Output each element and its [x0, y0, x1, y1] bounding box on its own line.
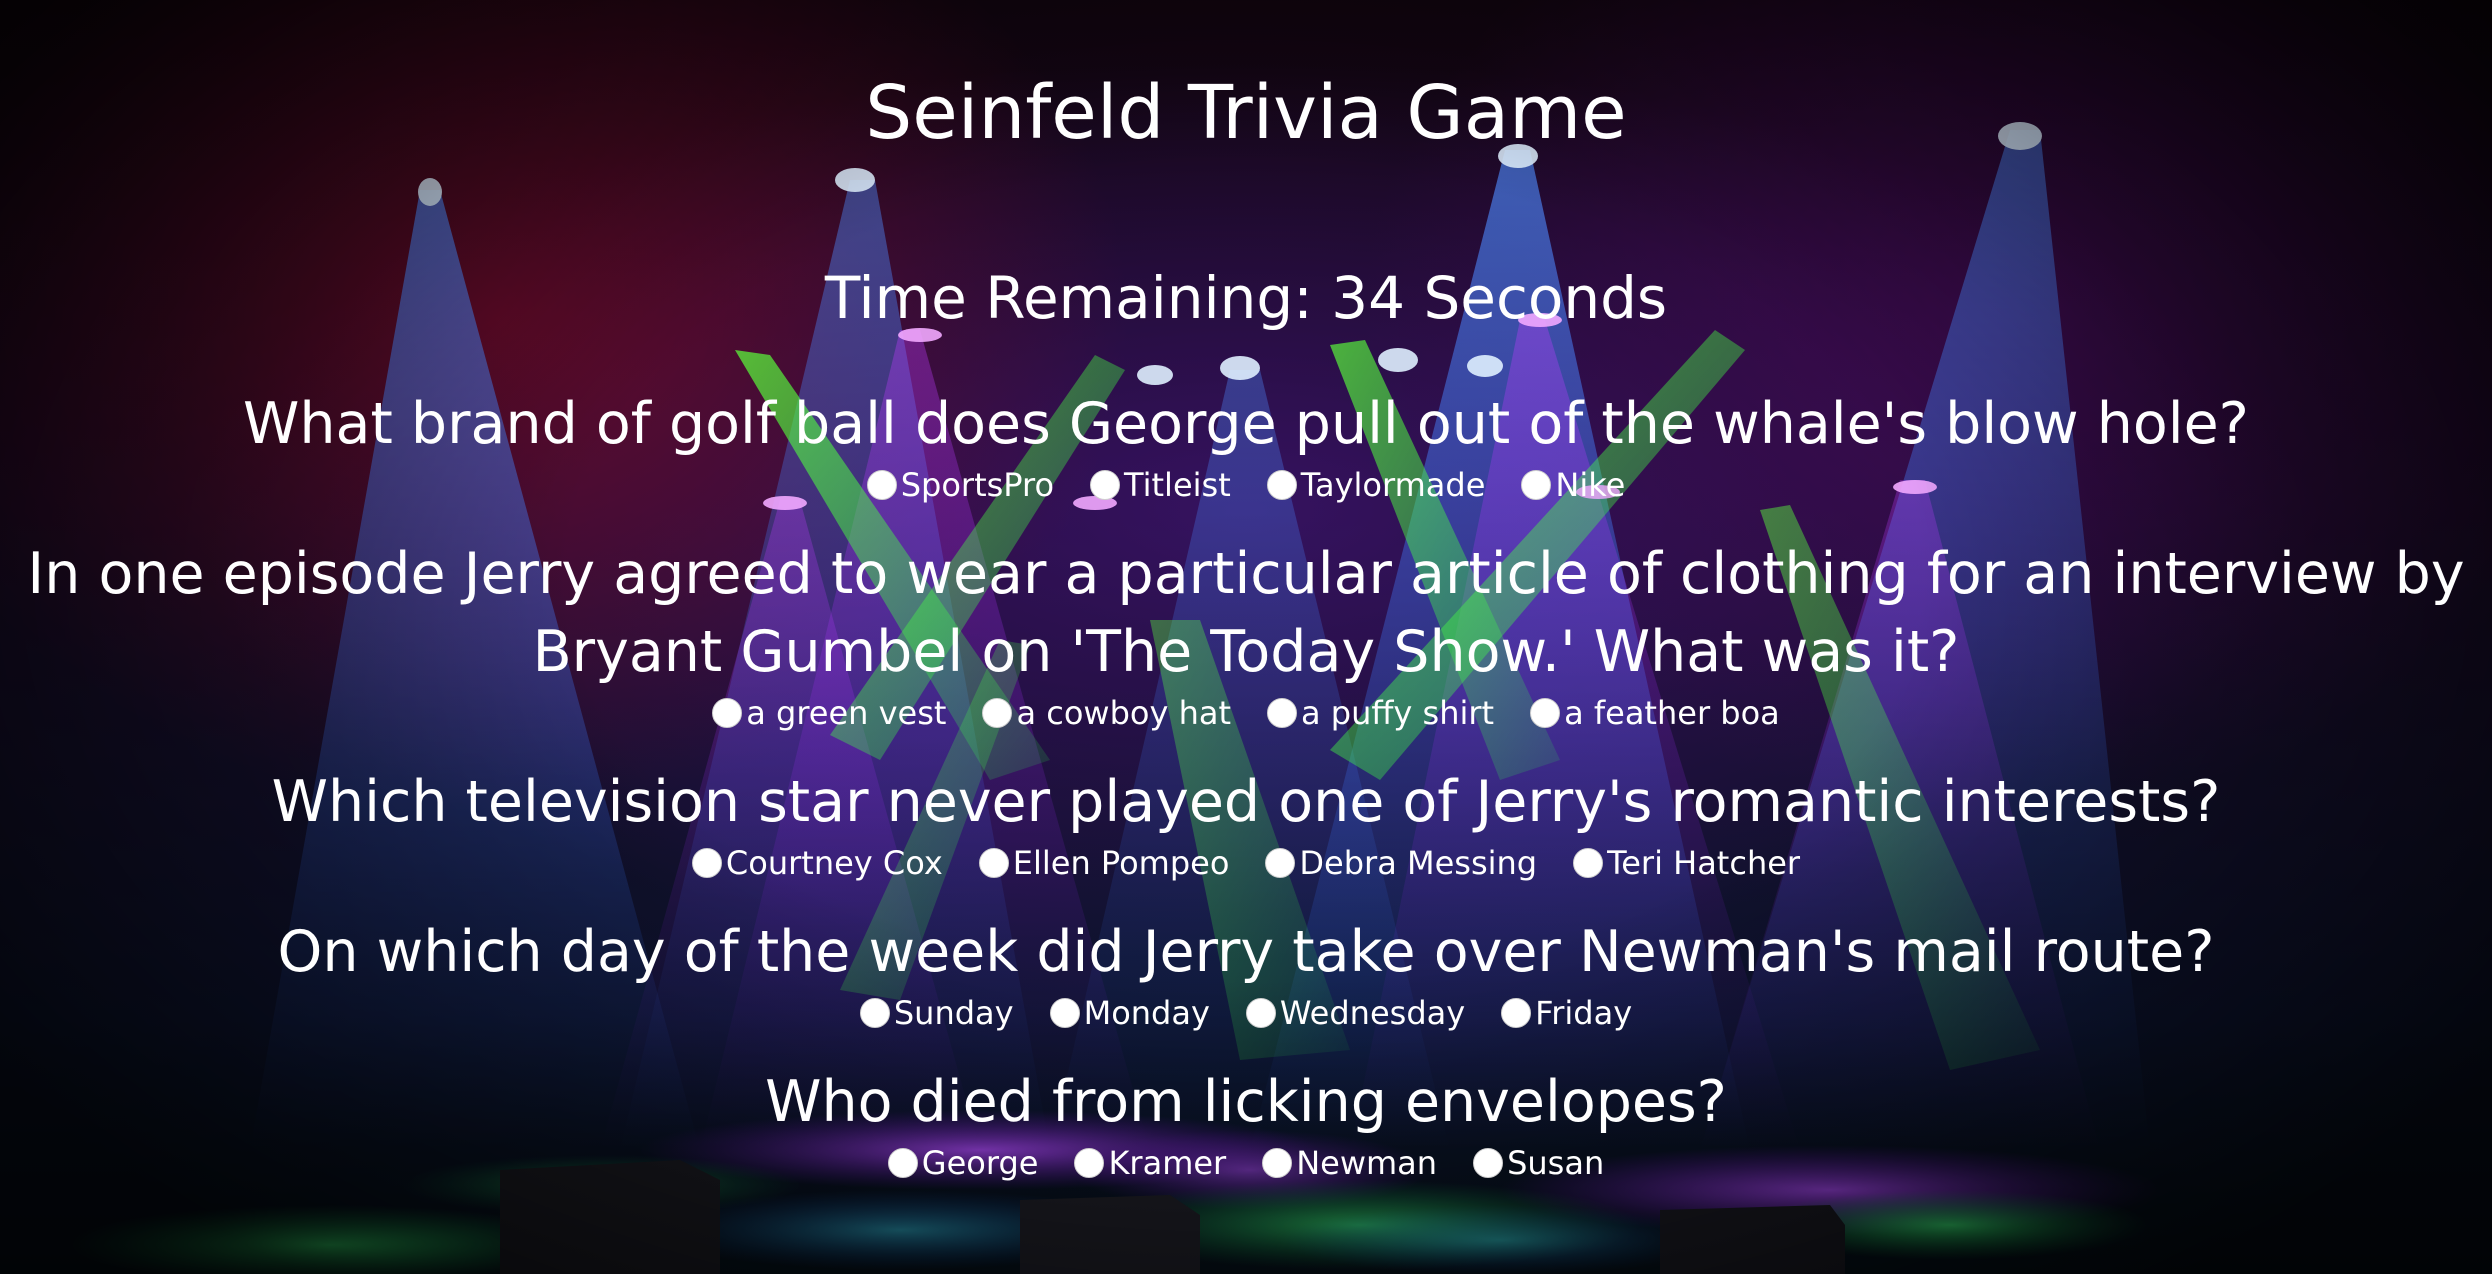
- answer-label: Monday: [1083, 994, 1210, 1032]
- question-text: In one episode Jerry agreed to wear a pa…: [27, 541, 2465, 685]
- radio-button-icon[interactable]: [1501, 998, 1532, 1028]
- radio-button-icon[interactable]: [1573, 848, 1604, 878]
- answer-option[interactable]: Wednesday: [1245, 993, 1466, 1033]
- radio-button-icon[interactable]: [1074, 1148, 1105, 1178]
- radio-button-icon[interactable]: [712, 698, 743, 728]
- radio-button-icon[interactable]: [1530, 698, 1561, 728]
- answer-label: Taylormade: [1300, 466, 1486, 504]
- answer-label: a puffy shirt: [1301, 694, 1495, 732]
- answer-option[interactable]: Titleist: [1090, 465, 1231, 505]
- answer-option[interactable]: George: [887, 1143, 1039, 1183]
- radio-button-icon[interactable]: [1473, 1148, 1504, 1178]
- answer-option[interactable]: Susan: [1473, 1143, 1604, 1183]
- answer-group: a green vest a cowboy hat a puffy shirt …: [0, 691, 2492, 763]
- answer-option[interactable]: Newman: [1262, 1143, 1437, 1183]
- question-text: On which day of the week did Jerry take …: [277, 919, 2215, 985]
- question-1: What brand of golf ball does George pull…: [0, 385, 2492, 535]
- answer-option[interactable]: Friday: [1501, 993, 1632, 1033]
- radio-button-icon[interactable]: [1090, 470, 1121, 500]
- radio-button-icon[interactable]: [887, 1148, 918, 1178]
- answer-option[interactable]: a puffy shirt: [1267, 693, 1494, 733]
- answer-option[interactable]: a feather boa: [1530, 693, 1780, 733]
- answer-group: George Kramer Newman Susan: [0, 1141, 2492, 1213]
- question-list: What brand of golf ball does George pull…: [0, 385, 2492, 1213]
- answer-option[interactable]: a cowboy hat: [982, 693, 1231, 733]
- radio-button-icon[interactable]: [978, 848, 1009, 878]
- answer-label: Debra Messing: [1299, 844, 1538, 882]
- answer-label: Susan: [1507, 1144, 1605, 1182]
- radio-button-icon[interactable]: [1521, 470, 1552, 500]
- answer-label: a green vest: [746, 694, 947, 732]
- answer-option[interactable]: Kramer: [1074, 1143, 1226, 1183]
- answer-label: Ellen Pompeo: [1012, 844, 1230, 882]
- answer-option[interactable]: Courtney Cox: [691, 843, 943, 883]
- page-title: Seinfeld Trivia Game: [865, 70, 1627, 156]
- answer-label: Courtney Cox: [725, 844, 943, 882]
- answer-option[interactable]: Taylormade: [1266, 465, 1486, 505]
- radio-button-icon[interactable]: [859, 998, 890, 1028]
- answer-label: Kramer: [1108, 1144, 1227, 1182]
- question-text: What brand of golf ball does George pull…: [243, 391, 2249, 457]
- answer-group: Courtney Cox Ellen Pompeo Debra Messing …: [0, 841, 2492, 913]
- question-text: Which television star never played one o…: [271, 769, 2221, 835]
- answer-label: Nike: [1555, 466, 1626, 504]
- answer-option[interactable]: SportsPro: [866, 465, 1055, 505]
- radio-button-icon[interactable]: [1245, 998, 1276, 1028]
- question-text: Who died from licking envelopes?: [765, 1069, 1727, 1135]
- answer-option[interactable]: Teri Hatcher: [1573, 843, 1800, 883]
- answer-option[interactable]: Nike: [1521, 465, 1625, 505]
- answer-label: George: [921, 1144, 1039, 1182]
- question-2: In one episode Jerry agreed to wear a pa…: [0, 535, 2492, 763]
- answer-label: a cowboy hat: [1016, 694, 1231, 732]
- answer-label: Teri Hatcher: [1607, 844, 1801, 882]
- answer-label: Wednesday: [1279, 994, 1466, 1032]
- answer-group: SportsPro Titleist Taylormade Nike: [0, 463, 2492, 535]
- answer-label: Newman: [1296, 1144, 1438, 1182]
- answer-label: Friday: [1535, 994, 1633, 1032]
- radio-button-icon[interactable]: [982, 698, 1013, 728]
- answer-label: Sunday: [893, 994, 1014, 1032]
- answer-group: Sunday Monday Wednesday Friday: [0, 991, 2492, 1063]
- answer-option[interactable]: Debra Messing: [1265, 843, 1537, 883]
- radio-button-icon[interactable]: [1266, 470, 1297, 500]
- radio-button-icon[interactable]: [691, 848, 722, 878]
- answer-option[interactable]: Sunday: [859, 993, 1014, 1033]
- question-5: Who died from licking envelopes? George …: [0, 1063, 2492, 1213]
- time-remaining: Time Remaining: 34 Seconds: [824, 264, 1668, 332]
- answer-label: Titleist: [1124, 466, 1231, 504]
- answer-label: SportsPro: [900, 466, 1055, 504]
- radio-button-icon[interactable]: [1049, 998, 1080, 1028]
- question-4: On which day of the week did Jerry take …: [0, 913, 2492, 1063]
- question-3: Which television star never played one o…: [0, 763, 2492, 913]
- answer-option[interactable]: Monday: [1049, 993, 1210, 1033]
- answer-option[interactable]: a green vest: [712, 693, 946, 733]
- radio-button-icon[interactable]: [1265, 848, 1296, 878]
- radio-button-icon[interactable]: [866, 470, 897, 500]
- radio-button-icon[interactable]: [1267, 698, 1297, 728]
- radio-button-icon[interactable]: [1262, 1148, 1293, 1178]
- answer-label: a feather boa: [1564, 694, 1780, 732]
- answer-option[interactable]: Ellen Pompeo: [978, 843, 1230, 883]
